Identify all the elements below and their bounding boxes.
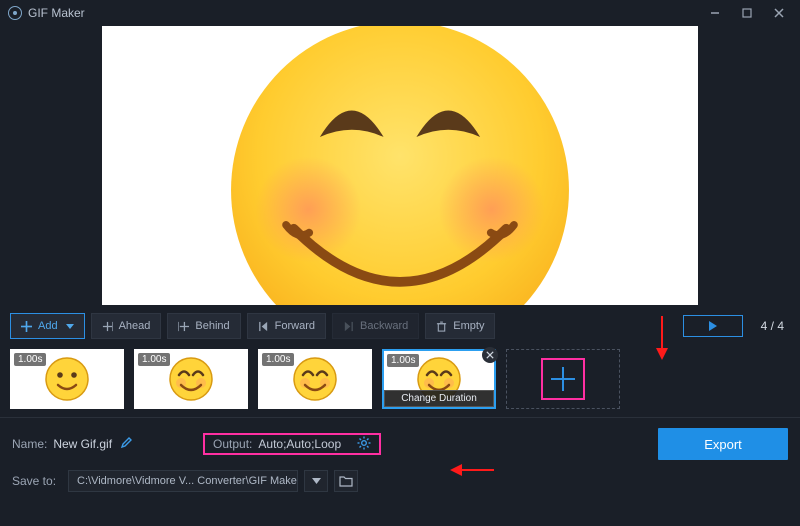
thumb-duration: 1.00s — [138, 353, 170, 366]
play-icon — [708, 321, 718, 331]
saveto-label: Save to: — [12, 474, 56, 488]
change-duration-button[interactable]: Change Duration — [384, 390, 494, 407]
preview-image — [200, 26, 600, 305]
preview-canvas — [102, 26, 698, 305]
frame-current: 4 — [761, 319, 768, 333]
thumb-frame-selected[interactable]: 1.00s Change Duration — [382, 349, 496, 409]
app-icon — [8, 6, 22, 20]
empty-button[interactable]: Empty — [425, 313, 495, 339]
output-value: Auto;Auto;Loop — [258, 437, 341, 451]
maximize-button[interactable] — [734, 3, 760, 23]
output-label: Output: — [213, 437, 252, 451]
remove-frame-button[interactable] — [482, 347, 498, 363]
name-output-row: Name: New Gif.gif Output: Auto;Auto;Loop… — [12, 428, 788, 460]
preview-area — [0, 26, 800, 305]
pencil-icon — [120, 436, 133, 449]
title-bar: GIF Maker — [0, 0, 800, 26]
skip-forward-icon — [343, 321, 354, 332]
name-label: Name: — [12, 437, 47, 451]
edit-name-button[interactable] — [120, 436, 133, 452]
skip-back-icon — [258, 321, 269, 332]
behind-button[interactable]: Behind — [167, 313, 240, 339]
close-button[interactable] — [766, 3, 792, 23]
save-to-row: Save to: C:\Vidmore\Vidmore V... Convert… — [12, 470, 788, 492]
add-frame-highlight — [541, 358, 585, 400]
thumb-image — [44, 356, 90, 402]
gear-icon — [357, 436, 371, 450]
trash-icon — [436, 321, 447, 332]
backward-label: Backward — [360, 320, 408, 332]
plus-bar-left-icon — [102, 321, 113, 332]
export-button[interactable]: Export — [658, 428, 788, 460]
behind-label: Behind — [195, 320, 229, 332]
minimize-button[interactable] — [702, 3, 728, 23]
output-settings-highlight: Output: Auto;Auto;Loop — [203, 433, 381, 455]
frame-toolbar: Add Ahead Behind Forward Backward Empty … — [0, 305, 800, 345]
plus-icon — [21, 321, 32, 332]
add-button[interactable]: Add — [10, 313, 85, 339]
saveto-path[interactable]: C:\Vidmore\Vidmore V... Converter\GIF Ma… — [68, 470, 298, 492]
folder-icon — [339, 475, 353, 487]
frame-total: 4 — [777, 319, 784, 333]
close-icon — [486, 351, 494, 359]
thumb-duration: 1.00s — [387, 354, 419, 367]
saveto-value: C:\Vidmore\Vidmore V... Converter\GIF Ma… — [77, 475, 298, 487]
plus-bar-right-icon — [178, 321, 189, 332]
thumb-image — [168, 356, 214, 402]
add-frame-button[interactable] — [506, 349, 620, 409]
thumb-frame[interactable]: 1.00s — [10, 349, 124, 409]
ahead-button[interactable]: Ahead — [91, 313, 162, 339]
thumb-duration: 1.00s — [14, 353, 46, 366]
output-settings-button[interactable] — [357, 436, 371, 453]
saveto-dropdown-button[interactable] — [304, 470, 328, 492]
add-label: Add — [38, 320, 58, 332]
caret-down-icon — [312, 478, 321, 484]
window-controls — [702, 3, 792, 23]
bottom-panel: Name: New Gif.gif Output: Auto;Auto;Loop… — [0, 417, 800, 500]
thumb-duration: 1.00s — [262, 353, 294, 366]
frame-counter: 4 / 4 — [761, 319, 784, 333]
thumb-frame[interactable]: 1.00s — [258, 349, 372, 409]
ahead-label: Ahead — [119, 320, 151, 332]
open-folder-button[interactable] — [334, 470, 358, 492]
empty-label: Empty — [453, 320, 484, 332]
thumb-frame[interactable]: 1.00s — [134, 349, 248, 409]
app-title: GIF Maker — [28, 6, 85, 20]
thumbnail-strip: 1.00s 1.00s 1.00s 1.00s — [0, 345, 800, 417]
name-value: New Gif.gif — [53, 437, 112, 451]
export-label: Export — [704, 437, 742, 452]
forward-label: Forward — [275, 320, 315, 332]
caret-down-icon — [66, 324, 74, 329]
play-button[interactable] — [683, 315, 743, 337]
forward-button[interactable]: Forward — [247, 313, 326, 339]
thumb-image — [292, 356, 338, 402]
backward-button[interactable]: Backward — [332, 313, 419, 339]
